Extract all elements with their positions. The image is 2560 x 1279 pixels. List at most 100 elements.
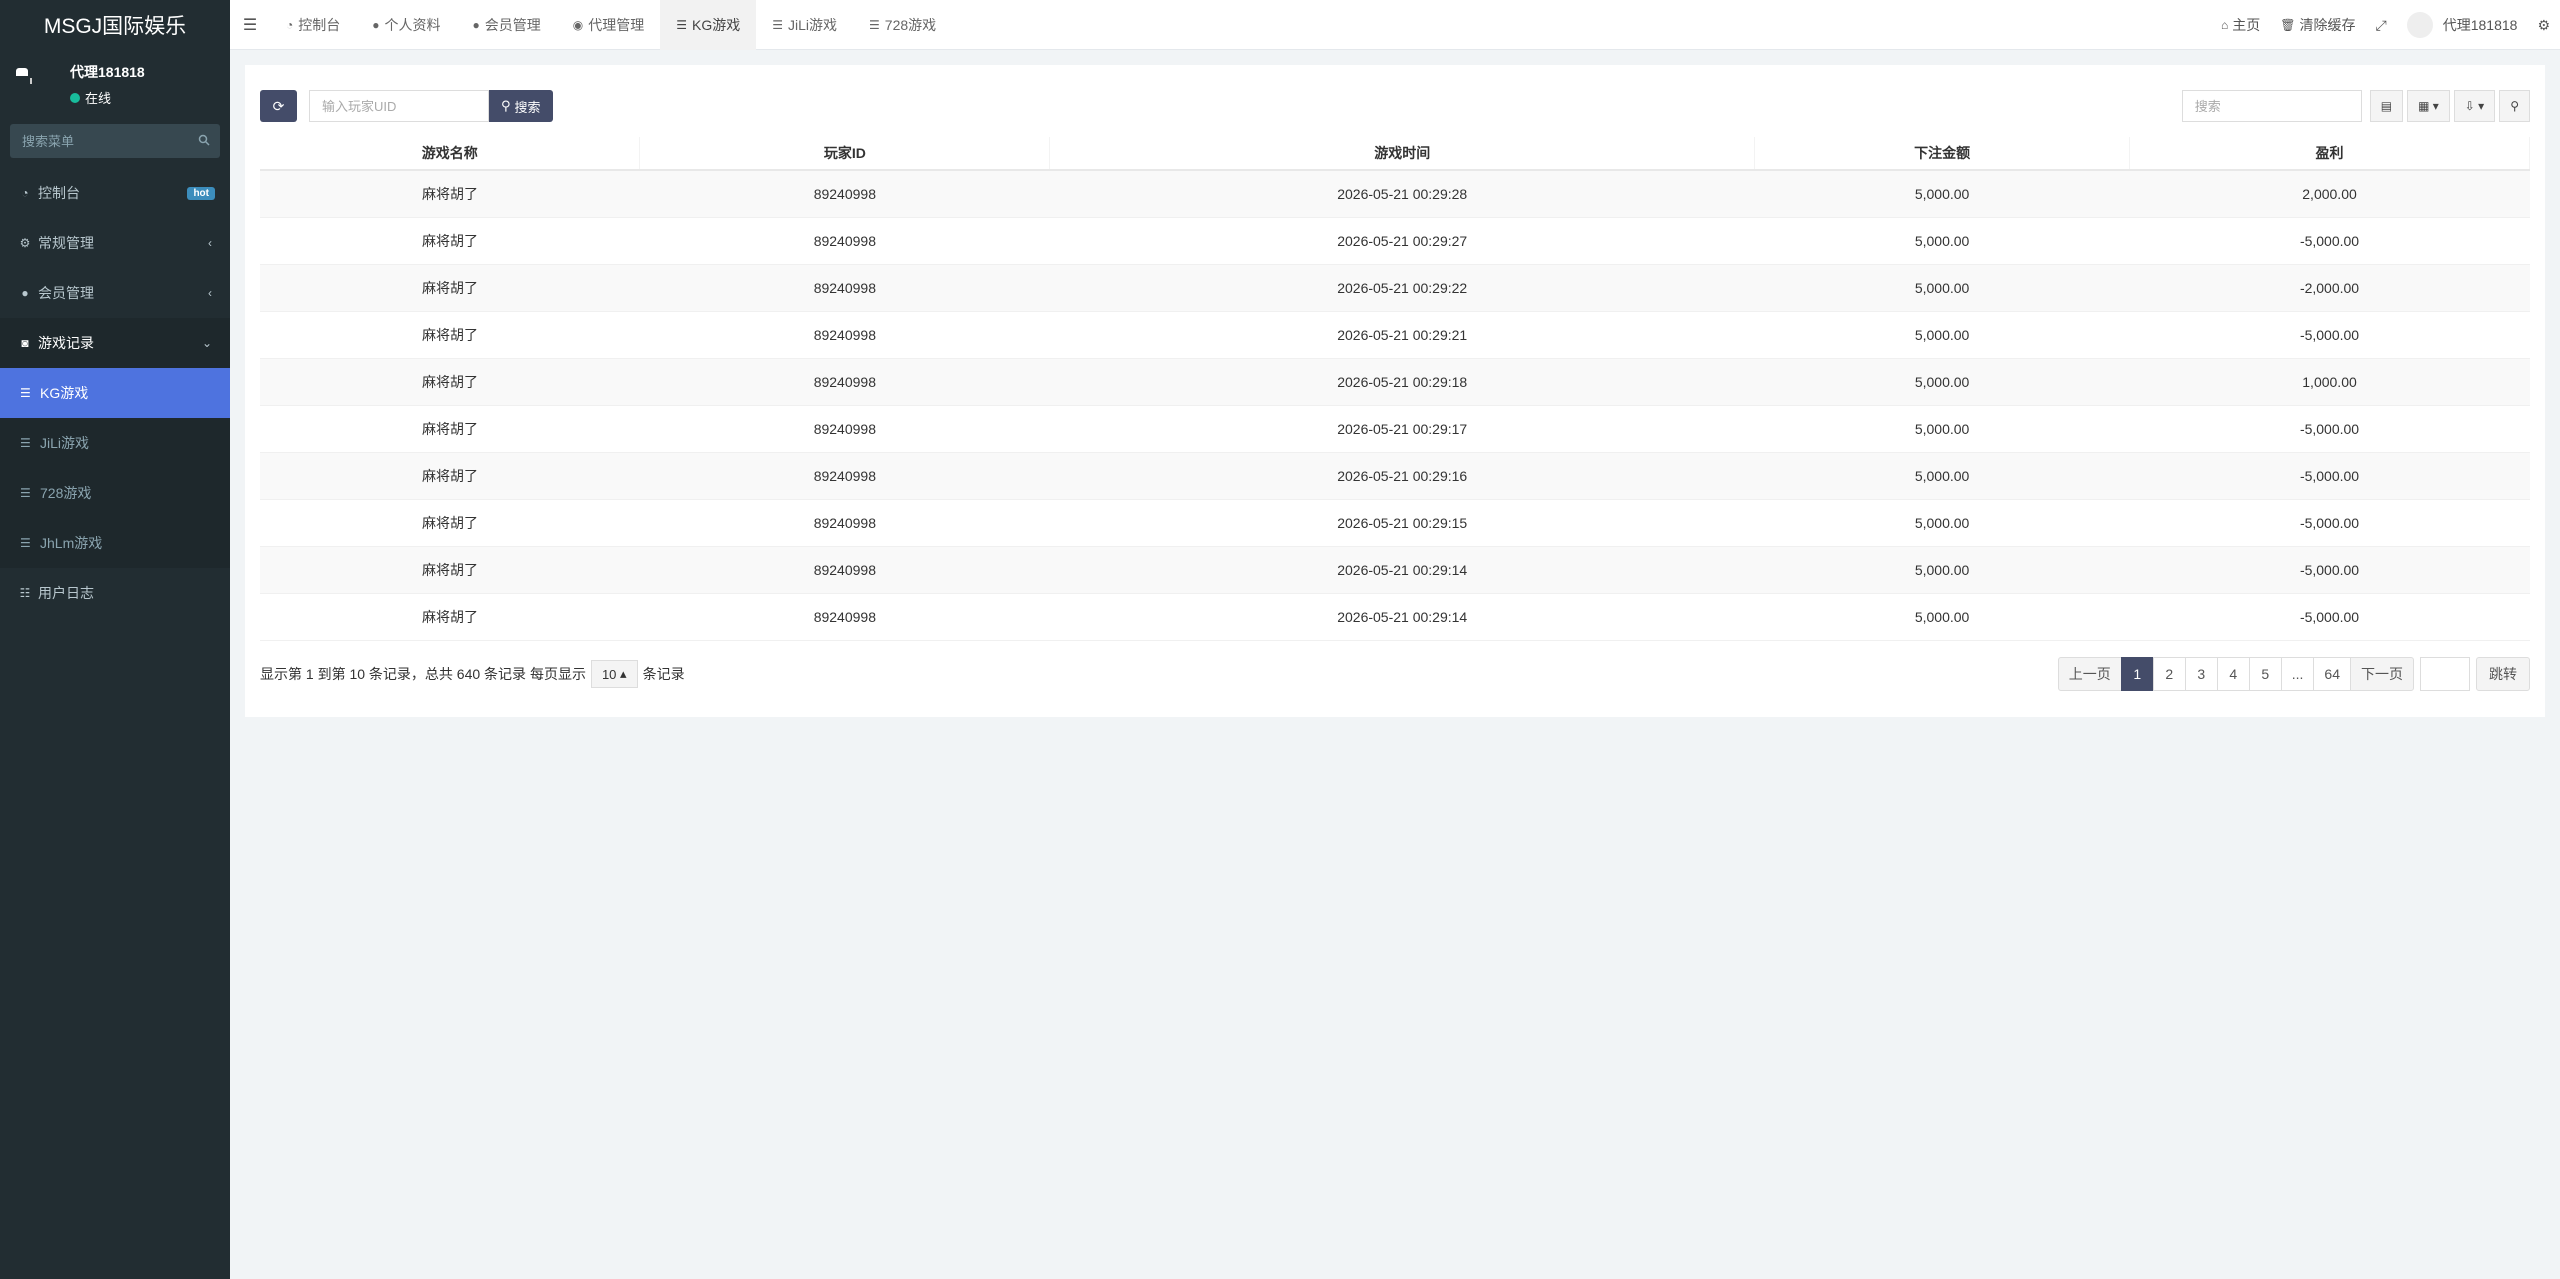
user-name: 代理181818 — [70, 64, 145, 80]
table-row[interactable]: 麻将胡了 89240998 2026-05-21 00:29:18 5,000.00 1… — [260, 358, 2530, 406]
brand-logo[interactable]: MSGJ国际娱乐 — [0, 0, 230, 50]
column-header[interactable]: 下注金额 — [1754, 137, 2131, 171]
page-button[interactable]: 2 — [2152, 657, 2186, 691]
table-search-input[interactable] — [2181, 90, 2362, 122]
table-cell: 89240998 — [639, 311, 1050, 359]
table-cell: 2026-05-21 00:29:18 — [1049, 358, 1755, 406]
table-row[interactable]: 麻将胡了 89240998 2026-05-21 00:29:14 5,000.00-… — [260, 593, 2530, 641]
columns-icon: ▦ ▾ — [2418, 99, 2439, 113]
page-button[interactable]: 4 — [2216, 657, 2250, 691]
user-icon: ● — [472, 17, 480, 32]
tab-label: 控制台 — [298, 16, 341, 33]
sidebar-item-label: 控制台 — [38, 185, 80, 201]
search-icon[interactable] — [198, 134, 210, 146]
page-jump-input[interactable] — [2420, 657, 2470, 691]
table-cell: -5,000.00 — [2129, 546, 2530, 594]
sidebar: MSGJ国际娱乐 代理181818 在线 ◔ 控制台 hot ⚙ 常规管理 ‹ … — [0, 0, 230, 1279]
columns-button[interactable]: ▦ ▾ — [2407, 90, 2450, 122]
table-cell: 麻将胡了 — [260, 217, 640, 265]
sidebar-item-members[interactable]: ● 会员管理 ‹ — [0, 268, 230, 318]
sidebar-item-user-log[interactable]: ☷ 用户日志 — [0, 568, 230, 618]
sidebar-subitem-jili[interactable]: ☰ JiLi游戏 — [0, 418, 230, 468]
column-header[interactable]: 盈利 — [2129, 137, 2530, 171]
export-icon: ⇩ ▾ — [2464, 99, 2485, 113]
sidebar-item-dashboard[interactable]: ◔ 控制台 hot — [0, 168, 230, 218]
sidebar-search-input[interactable] — [10, 124, 220, 158]
content-panel: ⟳ ⚲搜索 ▤ ▦ ▾ ⇩ ▾ ⚲ 游戏名称 玩家ID 游戏时间 下注金额 盈利… — [245, 65, 2545, 717]
table-row[interactable]: 麻将胡了 89240998 2026-05-21 00:29:14 5,000.00-… — [260, 546, 2530, 594]
fullscreen-icon[interactable]: ⤢ — [2366, 0, 2397, 50]
page-button[interactable]: 5 — [2248, 657, 2282, 691]
table-cell: 89240998 — [639, 546, 1050, 594]
table-cell: 2026-05-21 00:29:16 — [1049, 452, 1755, 500]
table-cell: -5,000.00 — [2129, 217, 2530, 265]
user-status-label: 在线 — [85, 91, 112, 106]
sidebar-subitem-jhlm[interactable]: ☰ JhLm游戏 — [0, 518, 230, 568]
table-cell: 5,000.00 — [1754, 170, 2130, 218]
export-button[interactable]: ⇩ ▾ — [2453, 90, 2496, 122]
refresh-icon: ⟳ — [272, 97, 285, 114]
list-icon: ☰ — [676, 17, 687, 32]
advanced-search-button[interactable]: ⚲ — [2499, 90, 2530, 122]
tab-profile[interactable]: ● 个人资料 — [356, 0, 456, 50]
sidebar-item-game-records[interactable]: ◙ 游戏记录 ⌄ — [0, 318, 230, 368]
table-cell: -5,000.00 — [2129, 311, 2530, 359]
table-cell: 89240998 — [639, 358, 1050, 406]
table-cell: 89240998 — [639, 405, 1050, 453]
header-user-name: 代理181818 — [2442, 17, 2518, 33]
table-cell: 5,000.00 — [1754, 358, 2130, 406]
top-header: ☰ ◔ 控制台 ● 个人资料 ● 会员管理 ◉ 代理管理 ☰ KG游戏 ☰ JiLi游戏 ☰… — [230, 0, 2560, 50]
refresh-button[interactable]: ⟳ — [260, 90, 297, 122]
home-link[interactable]: ⌂ 主页 — [2211, 0, 2270, 50]
page-button[interactable]: 3 — [2184, 657, 2218, 691]
column-header[interactable]: 游戏名称 — [260, 137, 641, 171]
game-records-submenu: ☰ KG游戏 ☰ JiLi游戏 ☰ 728游戏 ☰ JhLm游戏 — [0, 368, 230, 568]
page-button[interactable]: 1 — [2120, 657, 2154, 691]
sidebar-item-label: 用户日志 — [38, 585, 94, 601]
clear-cache-link[interactable]: 🗑 清除缓存 — [2270, 0, 2365, 50]
search-icon: ⚲ — [2510, 99, 2519, 113]
table-row[interactable]: 麻将胡了 89240998 2026-05-21 00:29:28 5,000.00 2… — [260, 170, 2530, 218]
chevron-down-icon: ⌄ — [201, 336, 212, 350]
tab-728-games[interactable]: ☰ 728游戏 — [853, 0, 952, 50]
tab-label: 代理管理 — [588, 16, 645, 33]
prev-page-button[interactable]: 上一页 — [2057, 657, 2122, 691]
avatar — [14, 64, 34, 100]
menu-toggle-icon[interactable]: ☰ — [230, 0, 270, 50]
header-user-menu[interactable]: 代理181818 — [2397, 0, 2528, 50]
column-header[interactable]: 玩家ID — [639, 137, 1051, 171]
table-row[interactable]: 麻将胡了 89240998 2026-05-21 00:29:17 5,000.00-… — [260, 405, 2530, 453]
uid-search-input[interactable] — [309, 90, 489, 122]
table-row[interactable]: 麻将胡了 89240998 2026-05-21 00:29:21 5,000.00-… — [260, 311, 2530, 359]
gamepad-icon: ◙ — [21, 336, 29, 350]
cogs-icon: ⚙ — [19, 236, 31, 250]
sidebar-subitem-728[interactable]: ☰ 728游戏 — [0, 468, 230, 518]
table-cell: 89240998 — [639, 452, 1050, 500]
search-icon: ⚲ — [501, 98, 511, 113]
tab-agents[interactable]: ◉ 代理管理 — [557, 0, 660, 50]
settings-cogs-icon[interactable]: ⚙ — [2527, 0, 2560, 50]
tab-jili-games[interactable]: ☰ JiLi游戏 — [756, 0, 853, 50]
table-row[interactable]: 麻将胡了 89240998 2026-05-21 00:29:27 5,000.00-… — [260, 217, 2530, 265]
next-page-button[interactable]: 下一页 — [2350, 657, 2414, 691]
database-icon: ☷ — [19, 586, 31, 600]
sidebar-subitem-kg[interactable]: ☰ KG游戏 — [0, 368, 230, 418]
header-right: ⌂ 主页 🗑 清除缓存 ⤢ 代理181818 ⚙ — [2211, 0, 2560, 50]
uid-search-button[interactable]: ⚲ 搜索 — [489, 90, 553, 122]
toggle-view-button[interactable]: ▤ — [2369, 90, 2404, 122]
tab-members[interactable]: ● 会员管理 — [457, 0, 557, 50]
column-header[interactable]: 游戏时间 — [1049, 137, 1756, 171]
table-row[interactable]: 麻将胡了 89240998 2026-05-21 00:29:15 5,000.00-… — [260, 499, 2530, 547]
table-cell: -5,000.00 — [2129, 593, 2530, 641]
tab-dashboard[interactable]: ◔ 控制台 — [270, 0, 356, 50]
tab-kg-games[interactable]: ☰ KG游戏 — [660, 0, 757, 50]
card-view-icon: ▤ — [2380, 99, 2393, 113]
sidebar-item-general[interactable]: ⚙ 常规管理 ‹ — [0, 218, 230, 268]
table-cell: 麻将胡了 — [260, 405, 640, 453]
table-row[interactable]: 麻将胡了 89240998 2026-05-21 00:29:22 5,000.00-… — [260, 264, 2530, 312]
page-jump-button[interactable]: 跳转 — [2476, 657, 2530, 691]
page-size-select[interactable]: 10 ▴ — [590, 660, 638, 688]
page-button[interactable]: 64 — [2313, 657, 2351, 691]
table-row[interactable]: 麻将胡了 89240998 2026-05-21 00:29:16 5,000.00-… — [260, 452, 2530, 500]
sidebar-subitem-label: JiLi游戏 — [40, 435, 90, 451]
